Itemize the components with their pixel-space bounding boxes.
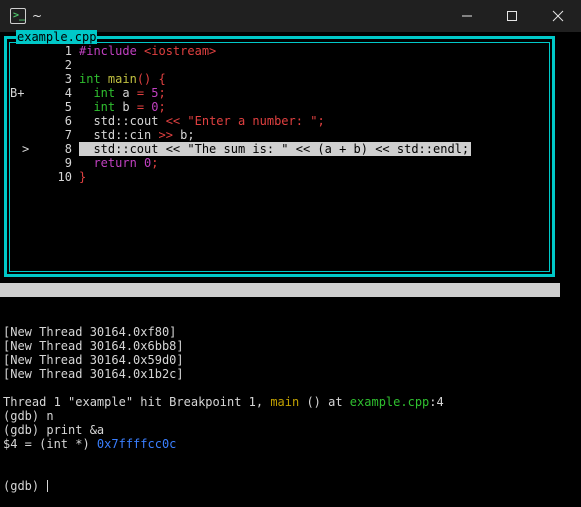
console-line: [New Thread 30164.0xf80]: [3, 325, 563, 339]
maximize-icon: [507, 11, 517, 21]
terminal-app-icon: >_: [10, 8, 26, 24]
code-token: [New Thread 30164.0xf80]: [3, 325, 177, 339]
code-text: #include <iostream>: [79, 44, 216, 58]
code-token: ;: [317, 114, 325, 128]
code-token: ;: [158, 100, 166, 114]
line-number: 10: [57, 170, 72, 184]
code-token: Thread 1 "example" hit Breakpoint 1,: [3, 395, 271, 409]
console-line: Thread 1 "example" hit Breakpoint 1, mai…: [3, 395, 563, 409]
code-token: (gdb) print &a: [3, 423, 105, 437]
code-text: }: [79, 170, 86, 184]
code-token: main: [107, 72, 137, 86]
code-token: 5: [151, 86, 159, 100]
line-number: 8: [64, 142, 72, 156]
console-line: [New Thread 30164.0x59d0]: [3, 353, 563, 367]
code-token: :4: [429, 395, 444, 409]
code-token: int: [93, 86, 123, 100]
gdb-prompt-line[interactable]: (gdb): [3, 479, 563, 493]
console-line: $4 = (int *) 0x7ffffcc0c: [3, 437, 563, 451]
code-token: =: [136, 100, 152, 114]
code-token: (gdb) n: [3, 409, 54, 423]
code-text: int b = 0;: [79, 100, 166, 114]
code-token: () {: [136, 72, 166, 86]
code-token: int: [79, 72, 108, 86]
close-button[interactable]: [535, 0, 581, 32]
code-token: 0: [151, 100, 159, 114]
console-line: (gdb) n: [3, 409, 563, 423]
title-bar: >_ ~: [0, 0, 581, 32]
line-number: 5: [64, 100, 72, 114]
code-token: <<: [165, 114, 188, 128]
code-token: std::cout << "The sum is: " << (a + b) <…: [79, 142, 470, 156]
line-number: 1: [64, 44, 72, 58]
line-number: 6: [64, 114, 72, 128]
code-token: [New Thread 30164.0x6bb8]: [3, 339, 184, 353]
code-token: [New Thread 30164.0x1b2c]: [3, 367, 184, 381]
code-token: b: [122, 100, 137, 114]
line-number: 2: [64, 58, 72, 72]
code-token: () at: [299, 395, 350, 409]
source-line: 5 int b = 0;: [0, 100, 560, 114]
code-token: std::cout: [79, 114, 166, 128]
code-token: =: [136, 86, 152, 100]
minimize-button[interactable]: [444, 0, 490, 32]
console-line: [New Thread 30164.0x1b2c]: [3, 367, 563, 381]
source-line: 6 std::cout << "Enter a number: ";: [0, 114, 560, 128]
source-line-current: >8 std::cout << "The sum is: " << (a + b…: [0, 142, 560, 156]
code-token: std::cin: [79, 128, 159, 142]
code-token: ;: [151, 156, 159, 170]
current-line-marker: >: [22, 142, 30, 156]
source-line: 7 std::cin >> b;: [0, 128, 560, 142]
code-token: ;: [158, 86, 166, 100]
code-token: <iostream>: [144, 44, 217, 58]
text-cursor: [47, 480, 49, 492]
source-filename: example.cpp: [16, 30, 98, 44]
line-number: 4: [64, 86, 72, 100]
code-token: example.cpp: [349, 395, 430, 409]
breakpoint-marker: B+: [10, 86, 25, 100]
code-token: return: [93, 156, 145, 170]
code-text: int main() {: [79, 72, 166, 86]
code-token: 0x7ffffcc0c: [96, 437, 177, 451]
source-line: 10}: [0, 170, 560, 184]
console-output: [New Thread 30164.0xf80] [New Thread 3016…: [3, 325, 563, 451]
code-token: b;: [180, 128, 195, 142]
source-line: 1 #include <iostream>: [0, 44, 560, 58]
code-token: main: [270, 395, 300, 409]
code-text: std::cin >> b;: [79, 128, 195, 142]
gdb-prompt: (gdb): [3, 479, 47, 493]
console-line: (gdb) print &a: [3, 423, 563, 437]
source-line: 9 return 0;: [0, 156, 560, 170]
code-text: return 0;: [79, 156, 159, 170]
line-number: 9: [64, 156, 72, 170]
code-token: int: [93, 100, 123, 114]
window-title: ~: [32, 9, 43, 23]
line-number: 3: [64, 72, 72, 86]
source-line: B+ 4 int a = 5;: [0, 86, 560, 100]
code-token: }: [79, 170, 87, 184]
code-token: >>: [158, 128, 181, 142]
code-token: $4 = (int *): [3, 437, 97, 451]
scrollbar[interactable]: [565, 32, 581, 440]
minimize-icon: [462, 15, 472, 17]
source-line: 3 int main() {: [0, 72, 560, 86]
code-text: int a = 5;: [79, 86, 166, 100]
source-line: 2: [0, 58, 560, 72]
code-token: a: [122, 86, 137, 100]
maximize-button[interactable]: [489, 0, 535, 32]
close-icon: [552, 10, 564, 22]
console-line: [New Thread 30164.0x6bb8]: [3, 339, 563, 353]
gdb-console[interactable]: [New Thread 30164.0xf80] [New Thread 3016…: [3, 297, 563, 507]
status-bar: native Thread 30164.0x6dc4 In: main L8 P…: [0, 283, 560, 339]
code-text: std::cout << "Enter a number: ";: [79, 114, 325, 128]
code-token: #include: [79, 44, 145, 58]
code-text: std::cout << "The sum is: " << (a + b) <…: [79, 142, 472, 156]
code-token: "Enter a number: ": [187, 114, 318, 128]
code-token: [New Thread 30164.0x59d0]: [3, 353, 184, 367]
line-number: 7: [64, 128, 72, 142]
